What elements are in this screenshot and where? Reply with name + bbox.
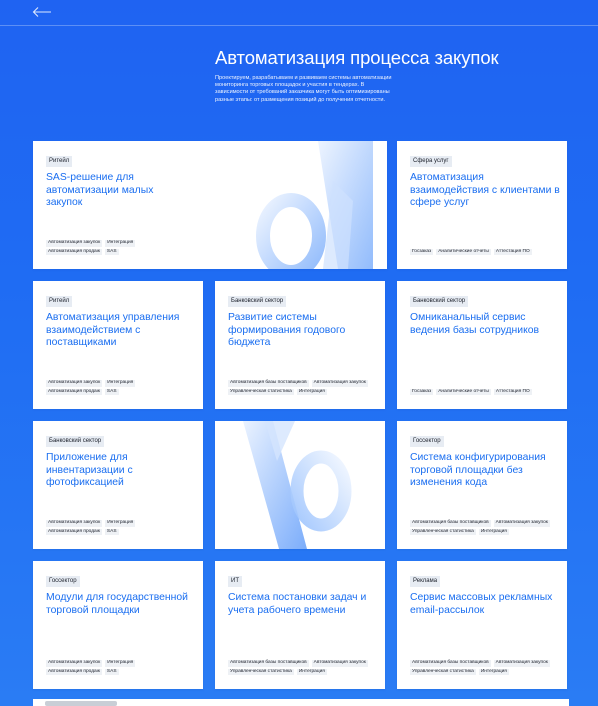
project-card-sas[interactable]: Ритейл SAS-решение для автоматизации мал… [33,141,387,269]
tag: Интеграция [478,528,509,535]
tag-list: Автоматизация закупок Интеграция Автомати… [46,238,136,255]
tag: Аналитические отчеты [436,388,491,395]
tag: Автоматизация продаж [46,248,102,255]
tag: Автоматизация закупок [311,660,368,667]
tag: Интеграция [105,520,136,527]
tag: Интеграция [478,668,509,675]
project-card-gov-modules[interactable]: Госсектор Модули для государственной тор… [33,561,203,689]
tag-list: Госзаказ Аналитические отчеты Аттестация П… [410,387,532,395]
tag-list: Автоматизация базы поставщиков Автоматиза… [410,658,550,675]
card-title: Сервис массовых рекламных email-рассылок [410,592,553,616]
project-card-marketplace-config[interactable]: Госсектор Система конфигурирования торго… [397,421,567,549]
tag: Управленческая статистика [228,388,294,395]
tag: Аналитические отчеты [436,248,491,255]
tag: Автоматизация продаж [46,668,102,675]
category-badge: Ритейл [46,296,73,307]
card-title: Модули для государственной торговой площ… [46,592,188,616]
placeholder-bar [45,701,117,706]
top-bar [0,0,598,26]
tag-list: Автоматизация базы поставщиков Автоматиза… [228,658,368,675]
tag: SAS [104,668,119,675]
category-badge: Банковский сектор [46,436,105,447]
category-badge: Банковский сектор [410,296,469,307]
tag: Автоматизация закупок [46,520,103,527]
project-card-suppliers[interactable]: Ритейл Автоматизация управления взаимоде… [33,281,203,409]
page-description: Проектируем, разрабатываем и развиваем с… [215,75,392,103]
category-badge: Госсектор [46,576,80,587]
category-badge: Госсектор [410,436,444,447]
tag: SAS [104,388,119,395]
category-badge: Реклама [410,576,441,587]
project-card-budget[interactable]: Банковский сектор Развитие системы форми… [215,281,385,409]
tag: Автоматизация базы поставщиков [228,380,309,387]
tag: Госзаказ [410,248,434,255]
tag: Интеграция [296,668,327,675]
tag: Интеграция [105,240,136,247]
project-card-services[interactable]: Сфера услуг Автоматизация взаимодействия… [397,141,567,269]
tag: Управленческая статистика [410,528,476,535]
tag: Автоматизация базы поставщиков [228,660,309,667]
tag: Автоматизация продаж [46,528,102,535]
project-card-tasks[interactable]: ИТ Система постановки задач и учета рабо… [215,561,385,689]
card-title: Система конфигурирования торговой площад… [410,452,546,489]
tag: Управленческая статистика [228,668,294,675]
card-title: Омниканальный сервис ведения базы сотруд… [410,312,540,336]
category-badge: ИТ [228,576,242,587]
card-title: Автоматизация управления взаимодействием… [46,312,180,349]
tag: Автоматизация базы поставщиков [410,520,491,527]
tag: SAS [104,248,119,255]
tag: Интеграция [296,388,327,395]
tag: Автоматизация закупок [493,520,550,527]
category-badge: Банковский сектор [228,296,287,307]
tag: Аттестация ПО [493,388,532,395]
project-card-inventory[interactable]: Банковский сектор Приложение для инвента… [33,421,203,549]
tag-list: Автоматизация базы поставщиков Автоматиза… [228,378,368,395]
card-title: SAS-решение для автоматизации малых заку… [46,172,154,209]
tag: Автоматизация продаж [46,388,102,395]
arrow-left-icon[interactable] [32,6,52,18]
tag-list: Автоматизация закупок Интеграция Автомати… [46,518,136,535]
category-badge: Ритейл [46,156,73,167]
tag-list: Автоматизация закупок Интеграция Автомати… [46,378,136,395]
decorative-image-card [215,421,385,549]
tag-list: Госзаказ Аналитические отчеты Аттестация П… [410,247,532,255]
category-badge: Сфера услуг [410,156,452,167]
tag: Автоматизация закупок [46,240,103,247]
tag-list: Автоматизация базы поставщиков Автоматиза… [410,518,550,535]
page-title: Автоматизация процесса закупок [215,47,499,68]
card-title: Автоматизация взаимодействия с клиентами… [410,172,560,209]
tag: Автоматизация закупок [46,660,103,667]
card-title: Приложение для инвентаризации с фотофикс… [46,452,133,489]
card-title: Развитие системы формирования годового б… [228,312,346,349]
tag: Госзаказ [410,388,434,395]
card-title: Система постановки задач и учета рабочег… [228,592,367,616]
next-card-partial[interactable] [33,699,569,706]
decorative-3d-shape [243,421,352,549]
tag: Автоматизация закупок [311,380,368,387]
project-card-employees[interactable]: Банковский сектор Омниканальный сервис в… [397,281,567,409]
project-card-email[interactable]: Реклама Сервис массовых рекламных email-… [397,561,567,689]
tag: SAS [104,528,119,535]
tag: Интеграция [105,660,136,667]
tag: Автоматизация базы поставщиков [410,660,491,667]
tag: Управленческая статистика [410,668,476,675]
tag: Аттестация ПО [493,248,532,255]
tag: Интеграция [105,380,136,387]
tag: Автоматизация закупок [493,660,550,667]
tag: Автоматизация закупок [46,380,103,387]
tag-list: Автоматизация закупок Интеграция Автомати… [46,658,136,675]
